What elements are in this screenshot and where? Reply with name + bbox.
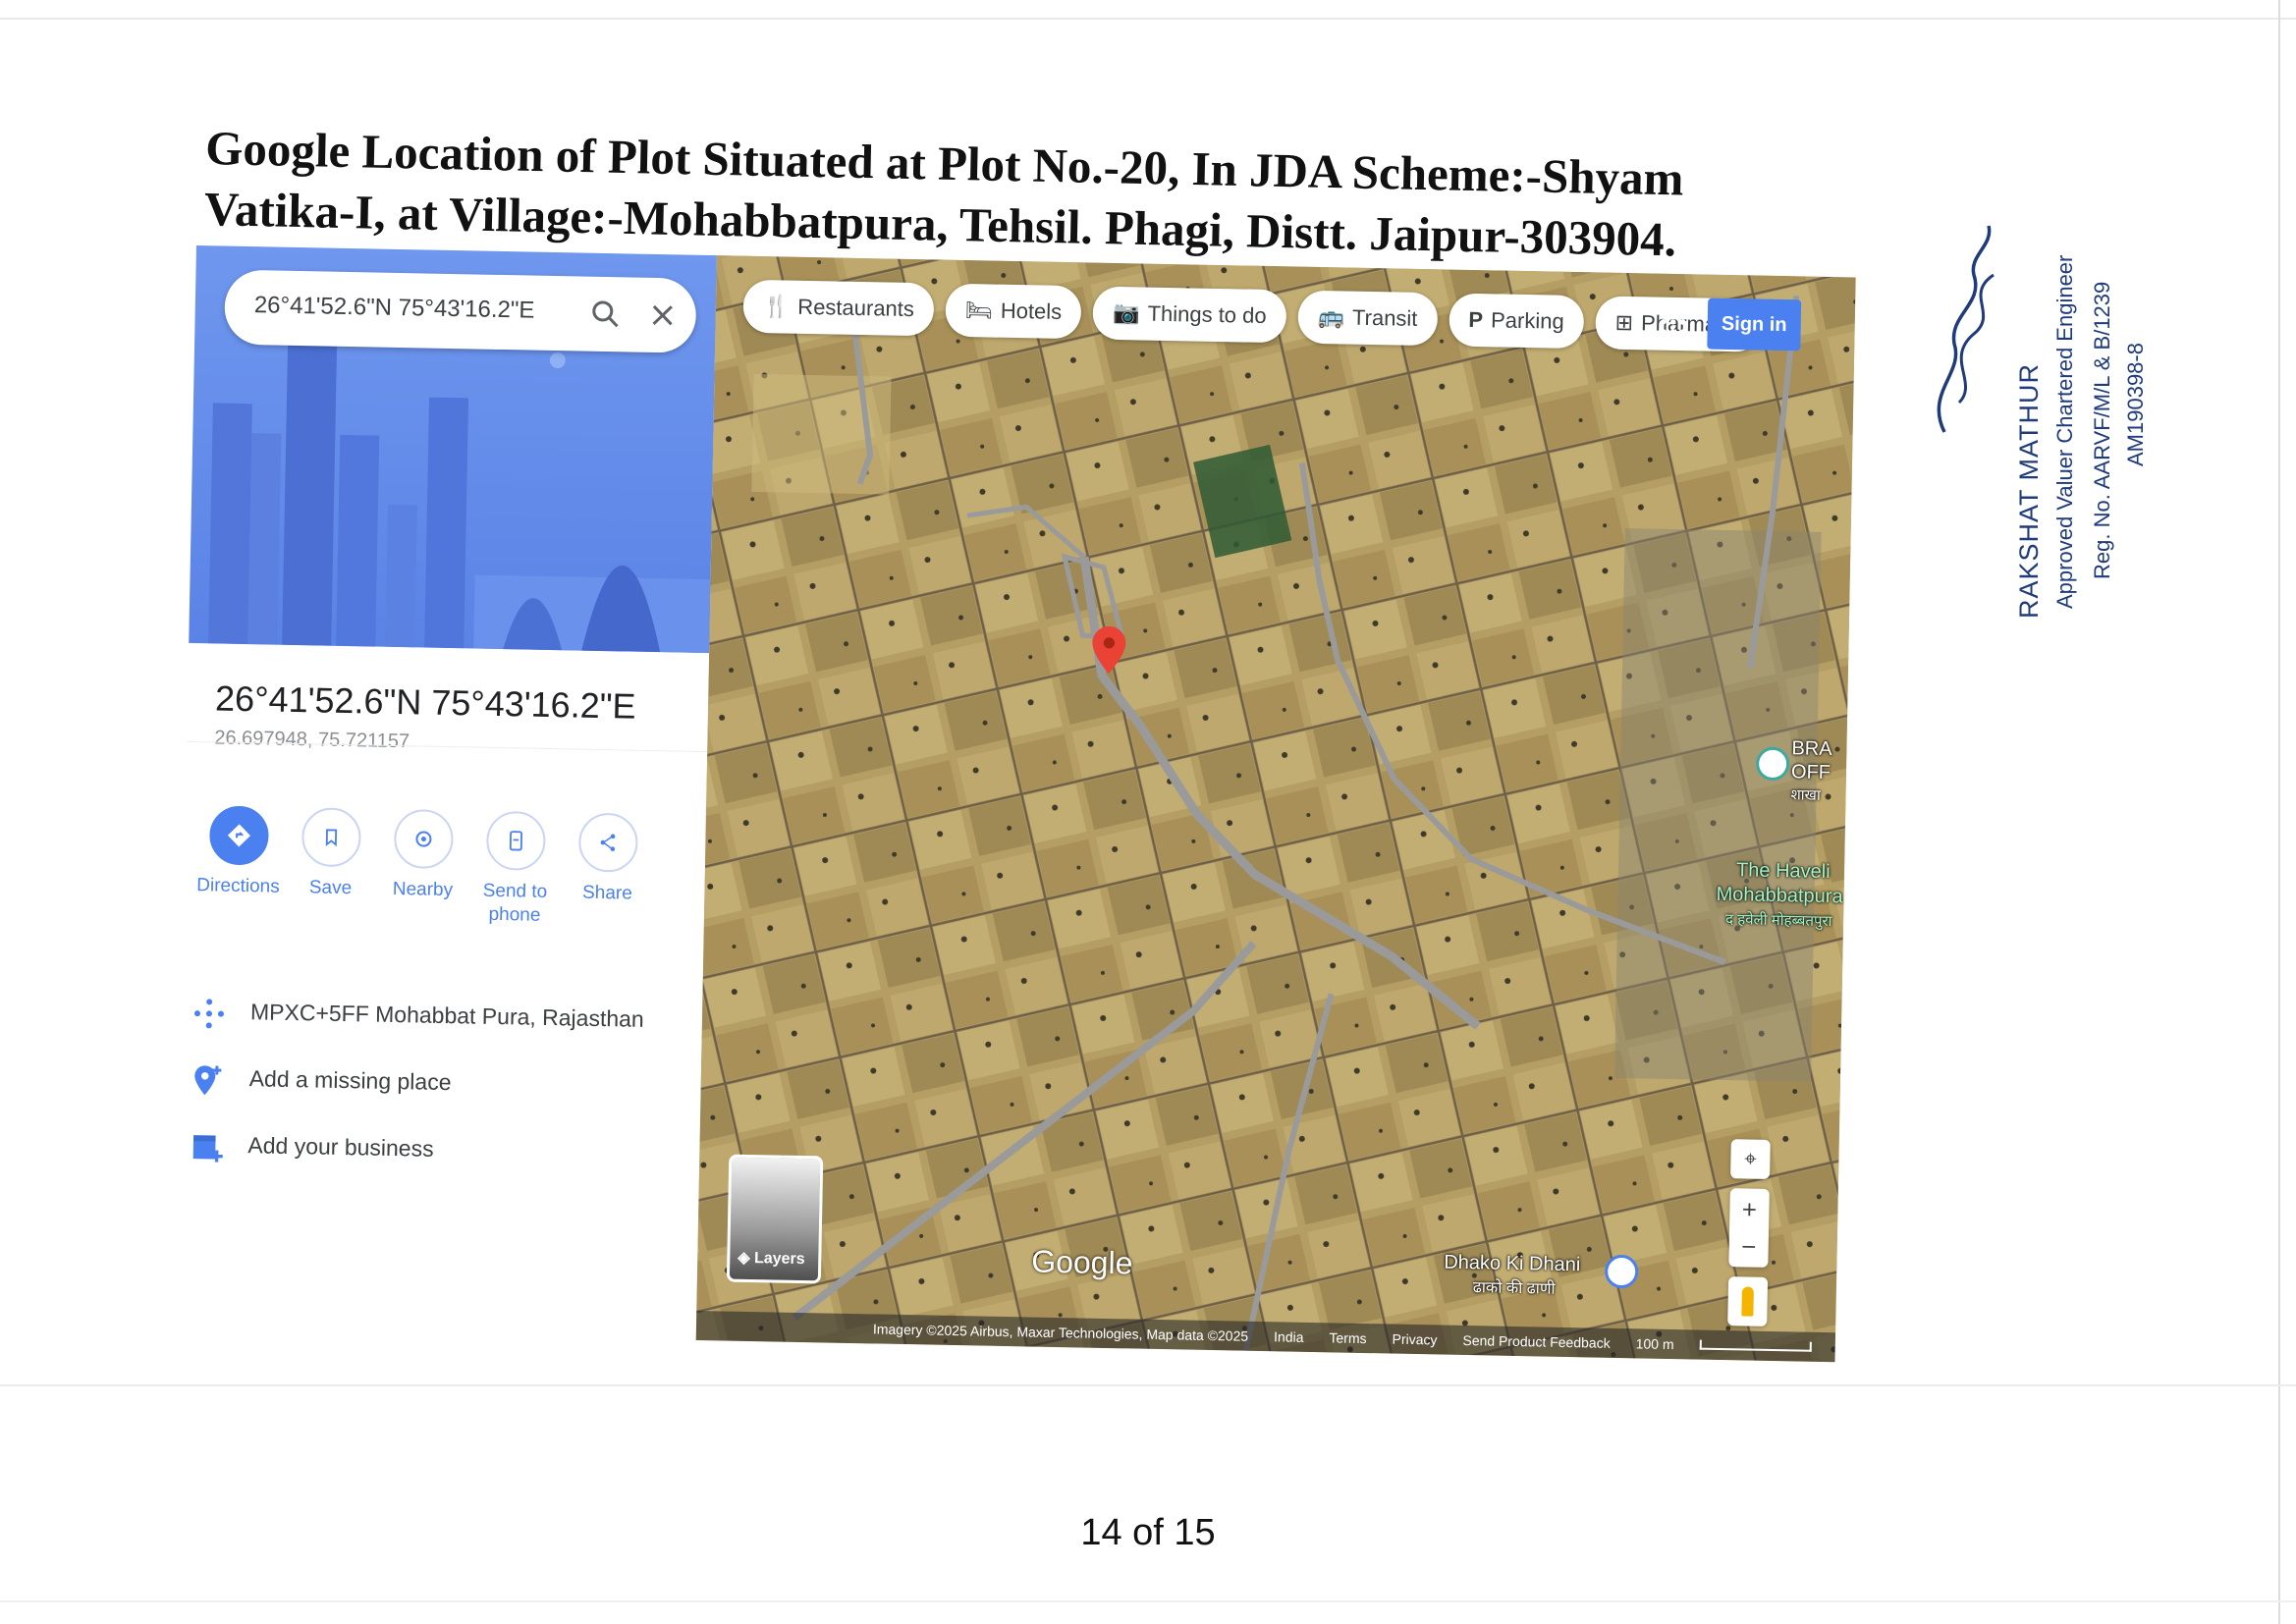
- zoom-controls: + −: [1728, 1188, 1770, 1268]
- action-label: Save: [308, 877, 353, 899]
- chip-restaurants[interactable]: 🍴 Restaurants: [742, 279, 935, 337]
- plus-code-icon: [193, 999, 224, 1029]
- crosshair-icon: ⌖: [1743, 1146, 1757, 1171]
- footer-link-india[interactable]: India: [1274, 1328, 1304, 1345]
- valuer-signature-block: RAKSHAT MATHUR Approved Valuer Chartered…: [1905, 147, 2229, 638]
- add-business-row[interactable]: Add your business: [189, 1125, 681, 1174]
- share-icon: [600, 834, 616, 851]
- send-to-phone-button[interactable]: Send to phone: [470, 810, 561, 929]
- maps-side-panel: 26°41'52.6"N 75°43'16.2"E 26°41'52.6"N 7…: [175, 245, 717, 1340]
- scale-bar: [1699, 1339, 1812, 1352]
- phone-icon: [509, 831, 522, 851]
- decimal-coordinates: 26.697948, 75.721157: [214, 727, 410, 753]
- map-label: OFF: [1790, 761, 1831, 785]
- satellite-imagery: [695, 255, 1856, 1363]
- chip-hotels[interactable]: 🛏 Hotels: [945, 283, 1082, 340]
- page-number: 14 of 15: [1080, 1512, 1216, 1553]
- action-label: Send to phone: [482, 880, 548, 926]
- chip-label: Transit: [1351, 304, 1418, 331]
- page-edge: [0, 18, 2296, 20]
- parking-icon: P: [1468, 306, 1484, 333]
- apps-grid-icon[interactable]: [1658, 307, 1688, 338]
- add-business-icon: [192, 1135, 223, 1163]
- chip-label: Parking: [1490, 307, 1564, 334]
- action-label: Directions: [196, 875, 280, 897]
- zoom-in-button[interactable]: +: [1741, 1190, 1758, 1227]
- directions-icon: [227, 824, 251, 847]
- plus-code-row[interactable]: MPXC+5FF Mohabbat Pura, Rajasthan: [191, 992, 683, 1041]
- panel-hero-illustration: 26°41'52.6"N 75°43'16.2"E: [189, 245, 717, 654]
- footer-link-terms[interactable]: Terms: [1329, 1329, 1366, 1346]
- add-missing-place-label: Add a missing place: [248, 1065, 452, 1096]
- my-location-button[interactable]: ⌖: [1730, 1139, 1771, 1179]
- signature-role: Approved Valuer Chartered Engineer: [2052, 255, 2077, 609]
- nearby-icon: [415, 831, 432, 847]
- layers-label: Layers: [753, 1250, 805, 1269]
- fork-knife-icon: 🍴: [762, 294, 791, 319]
- nearby-button[interactable]: Nearby: [378, 808, 468, 903]
- page-edge: [2278, 0, 2280, 1624]
- map-label: द हवेली मोहब्बतपुरा: [1724, 911, 1832, 931]
- signature-name: RAKSHAT MATHUR: [2014, 363, 2044, 619]
- chip-label: Hotels: [1000, 298, 1063, 324]
- camera-icon: 📷: [1112, 299, 1140, 326]
- street-view-pegman[interactable]: [1727, 1276, 1769, 1326]
- layers-icon: ◈: [738, 1249, 755, 1268]
- search-input[interactable]: 26°41'52.6"N 75°43'16.2"E: [254, 292, 535, 324]
- footer-link-feedback[interactable]: Send Product Feedback: [1462, 1332, 1610, 1351]
- add-business-label: Add your business: [247, 1132, 434, 1162]
- map-label: ढाको की ढाणी: [1472, 1279, 1556, 1298]
- bus-icon: 🚌: [1317, 303, 1345, 330]
- map-label: Dhako Ki Dhani: [1444, 1251, 1581, 1276]
- attribution-text: Imagery ©2025 Airbus, Maxar Technologies…: [872, 1321, 1249, 1344]
- chip-label: Restaurants: [797, 294, 915, 322]
- scale-label: 100 m: [1635, 1335, 1674, 1353]
- layers-button[interactable]: ◈ Layers: [726, 1154, 824, 1284]
- signature-stamp-image: RAKSHAT MATHUR Approved Valuer Chartered…: [1937, 225, 2148, 619]
- chip-transit[interactable]: 🚌 Transit: [1297, 290, 1438, 347]
- chip-parking[interactable]: P Parking: [1448, 293, 1585, 350]
- directions-button[interactable]: Directions: [193, 805, 284, 899]
- save-button[interactable]: Save: [286, 807, 376, 901]
- footer-link-privacy[interactable]: Privacy: [1392, 1331, 1437, 1348]
- map-label: शाखा: [1790, 786, 1821, 804]
- google-logo: Google: [1030, 1243, 1133, 1281]
- plus-code: MPXC+5FF Mohabbat Pura, Rajasthan: [249, 999, 645, 1032]
- bookmark-icon: [325, 829, 338, 847]
- action-label: Share: [581, 882, 632, 904]
- map-label: BRA: [1791, 737, 1832, 761]
- sign-in-button[interactable]: Sign in: [1707, 298, 1802, 352]
- satellite-map[interactable]: 🍴 Restaurants 🛏 Hotels 📷 Things to do 🚌 Tran…: [695, 255, 1856, 1363]
- chip-label: Things to do: [1147, 300, 1267, 328]
- map-label: The Haveli: [1735, 859, 1831, 884]
- search-box[interactable]: 26°41'52.6"N 75°43'16.2"E: [224, 269, 697, 353]
- signature-id: AM190398-8: [2123, 343, 2148, 466]
- zoom-out-button[interactable]: −: [1741, 1227, 1757, 1265]
- add-place-icon: [194, 1065, 222, 1096]
- signature-reg-no: Reg. No. AARVF/M/L & B/1239: [2090, 282, 2114, 579]
- close-icon[interactable]: [644, 298, 681, 334]
- maps-screenshot: 26°41'52.6"N 75°43'16.2"E 26°41'52.6"N 7…: [175, 245, 1856, 1406]
- chip-things-to-do[interactable]: 📷 Things to do: [1092, 286, 1287, 344]
- pharmacy-icon: ⊞: [1614, 309, 1634, 336]
- action-label: Nearby: [392, 878, 454, 901]
- map-label: Mohabbatpura: [1716, 883, 1843, 908]
- add-missing-place-row[interactable]: Add a missing place: [190, 1058, 682, 1108]
- pegman-icon: [1741, 1286, 1754, 1317]
- page-fold-line: [0, 1600, 2296, 1602]
- bed-icon: 🛏: [964, 298, 994, 323]
- share-button[interactable]: Share: [563, 812, 653, 906]
- location-pin-icon[interactable]: [1092, 625, 1126, 675]
- place-title: 26°41'52.6"N 75°43'16.2"E: [214, 677, 636, 727]
- document-title: Google Location of Plot Situated at Plot…: [203, 120, 1684, 267]
- search-icon[interactable]: [587, 297, 624, 333]
